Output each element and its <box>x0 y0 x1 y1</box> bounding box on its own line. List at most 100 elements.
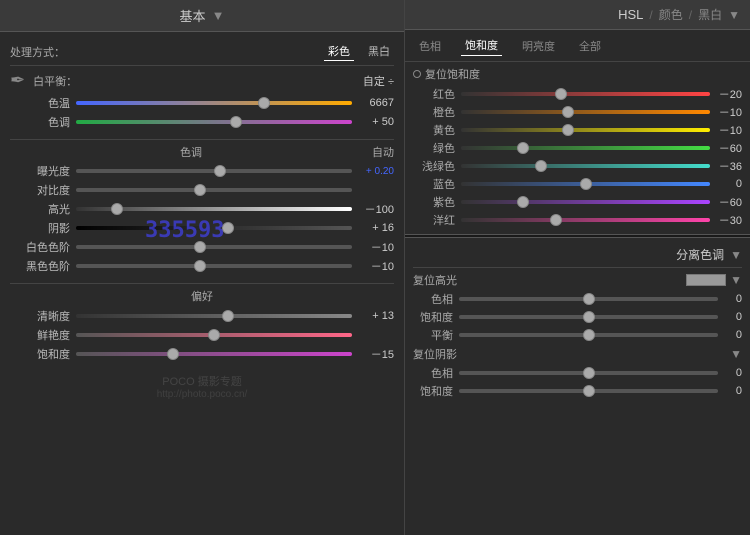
balance-slider[interactable] <box>459 333 718 337</box>
shadow-thumb[interactable] <box>222 222 234 234</box>
hsl-blue-row: 蓝色 0 <box>413 176 742 192</box>
hsl-magenta-slider[interactable] <box>461 218 710 222</box>
saturation-label: 饱和度 <box>10 346 70 362</box>
clarity-slider[interactable] <box>76 314 352 318</box>
exposure-thumb[interactable] <box>214 165 226 177</box>
high-dropdown-icon: ▼ <box>730 273 742 287</box>
tint-slider[interactable] <box>76 120 352 124</box>
bw-option[interactable]: 黑白 <box>364 42 394 61</box>
clarity-thumb[interactable] <box>222 310 234 322</box>
tab-hue[interactable]: 色相 <box>415 36 445 56</box>
hsl-green-thumb[interactable] <box>517 142 529 154</box>
shadow-value: + 16 <box>352 222 394 234</box>
tint-thumb[interactable] <box>230 116 242 128</box>
hsl-aqua-slider[interactable] <box>461 164 710 168</box>
temp-label: 色温 <box>10 95 70 111</box>
right-tabs-row: 色相 饱和度 明亮度 全部 <box>405 30 750 62</box>
contrast-thumb[interactable] <box>194 184 206 196</box>
highlight-row: 高光 －100 <box>10 201 394 217</box>
shadow-slider[interactable] <box>76 226 352 230</box>
hsl-blue-thumb[interactable] <box>580 178 592 190</box>
processing-label: 处理方式： <box>10 44 65 60</box>
exposure-slider[interactable] <box>76 169 352 173</box>
left-content: 处理方式： 彩色 黑白 ✒ 白平衡： 自定 ÷ 色温 <box>0 32 404 535</box>
hsl-magenta-label: 洋红 <box>413 212 455 228</box>
tab-saturation[interactable]: 饱和度 <box>461 35 502 56</box>
hsl-purple-slider[interactable] <box>461 200 710 204</box>
color-tab[interactable]: 颜色 <box>659 6 683 23</box>
white-row: 白色色阶 －10 <box>10 239 394 255</box>
high-sat-label: 饱和度 <box>413 309 453 325</box>
tint-label: 色调 <box>10 114 70 130</box>
highlight-thumb[interactable] <box>111 203 123 215</box>
circle-icon <box>413 70 421 78</box>
basic-section-header[interactable]: 基本 ▼ <box>0 0 404 32</box>
hsl-orange-row: 橙色 －10 <box>413 104 742 120</box>
tab-all[interactable]: 全部 <box>575 36 605 56</box>
vibrance-slider[interactable] <box>76 333 352 337</box>
hsl-red-thumb[interactable] <box>555 88 567 100</box>
white-value: －10 <box>352 239 394 255</box>
hsl-yellow-slider[interactable] <box>461 128 710 132</box>
exposure-label: 曝光度 <box>10 163 70 179</box>
wb-section: ✒ 白平衡： 自定 ÷ 色温 6667 色调 <box>10 70 394 140</box>
shad-reset-label: 复位阴影 <box>413 346 726 362</box>
right-panel: HSL / 颜色 / 黑白 ▼ 色相 饱和度 明亮度 全部 复位饱和度 红色 <box>405 0 750 535</box>
balance-value: 0 <box>718 329 742 341</box>
tab-brightness[interactable]: 明亮度 <box>518 36 559 56</box>
hsl-aqua-value: －36 <box>710 158 742 174</box>
hsl-magenta-thumb[interactable] <box>550 214 562 226</box>
hsl-orange-slider[interactable] <box>461 110 710 114</box>
contrast-label: 对比度 <box>10 182 70 198</box>
hsl-blue-slider[interactable] <box>461 182 710 186</box>
balance-thumb[interactable] <box>583 329 595 341</box>
vibrance-thumb[interactable] <box>208 329 220 341</box>
high-sat-slider[interactable] <box>459 315 718 319</box>
basic-arrow: ▼ <box>212 8 225 23</box>
hsl-red-slider[interactable] <box>461 92 710 96</box>
shad-sat-slider[interactable] <box>459 389 718 393</box>
tint-value: + 50 <box>352 116 394 128</box>
hsl-orange-thumb[interactable] <box>562 106 574 118</box>
color-option[interactable]: 彩色 <box>324 42 354 61</box>
hsl-purple-label: 紫色 <box>413 194 455 210</box>
shad-hue-thumb[interactable] <box>583 367 595 379</box>
contrast-slider[interactable] <box>76 188 352 192</box>
temp-thumb[interactable] <box>258 97 270 109</box>
high-hue-thumb[interactable] <box>583 293 595 305</box>
hsl-green-slider[interactable] <box>461 146 710 150</box>
saturation-slider[interactable] <box>76 352 352 356</box>
temp-slider[interactable] <box>76 101 352 105</box>
shad-hue-row: 色相 0 <box>413 365 742 381</box>
high-sat-value: 0 <box>718 311 742 323</box>
hsl-purple-thumb[interactable] <box>517 196 529 208</box>
highlight-slider[interactable] <box>76 207 352 211</box>
saturation-thumb[interactable] <box>167 348 179 360</box>
pref-header: 偏好 <box>10 288 394 304</box>
hsl-purple-value: －60 <box>710 194 742 210</box>
white-thumb[interactable] <box>194 241 206 253</box>
shad-hue-label: 色相 <box>413 365 453 381</box>
wb-label: 白平衡： <box>33 73 77 89</box>
shad-sat-thumb[interactable] <box>583 385 595 397</box>
color-sep-section: 分离色调 ▼ 复位高光 ▼ 色相 0 饱和度 0 <box>405 238 750 405</box>
high-hue-slider[interactable] <box>459 297 718 301</box>
high-hue-value: 0 <box>718 293 742 305</box>
bw-tab[interactable]: 黑白 <box>698 6 722 23</box>
hsl-yellow-row: 黄色 －10 <box>413 122 742 138</box>
wb-value: 自定 ÷ <box>363 73 394 89</box>
shad-dropdown-icon: ▼ <box>730 347 742 361</box>
high-hue-label: 色相 <box>413 291 453 307</box>
watermark-brand: POCO 摄影专题 <box>10 373 394 389</box>
black-thumb[interactable] <box>194 260 206 272</box>
hsl-aqua-thumb[interactable] <box>535 160 547 172</box>
black-slider[interactable] <box>76 264 352 268</box>
white-slider[interactable] <box>76 245 352 249</box>
tone-auto[interactable]: 自动 <box>372 144 394 160</box>
hsl-magenta-value: －30 <box>710 212 742 228</box>
processing-options: 彩色 黑白 <box>324 42 394 61</box>
sep2: / <box>689 8 692 22</box>
hsl-yellow-thumb[interactable] <box>562 124 574 136</box>
shad-hue-slider[interactable] <box>459 371 718 375</box>
high-sat-thumb[interactable] <box>583 311 595 323</box>
